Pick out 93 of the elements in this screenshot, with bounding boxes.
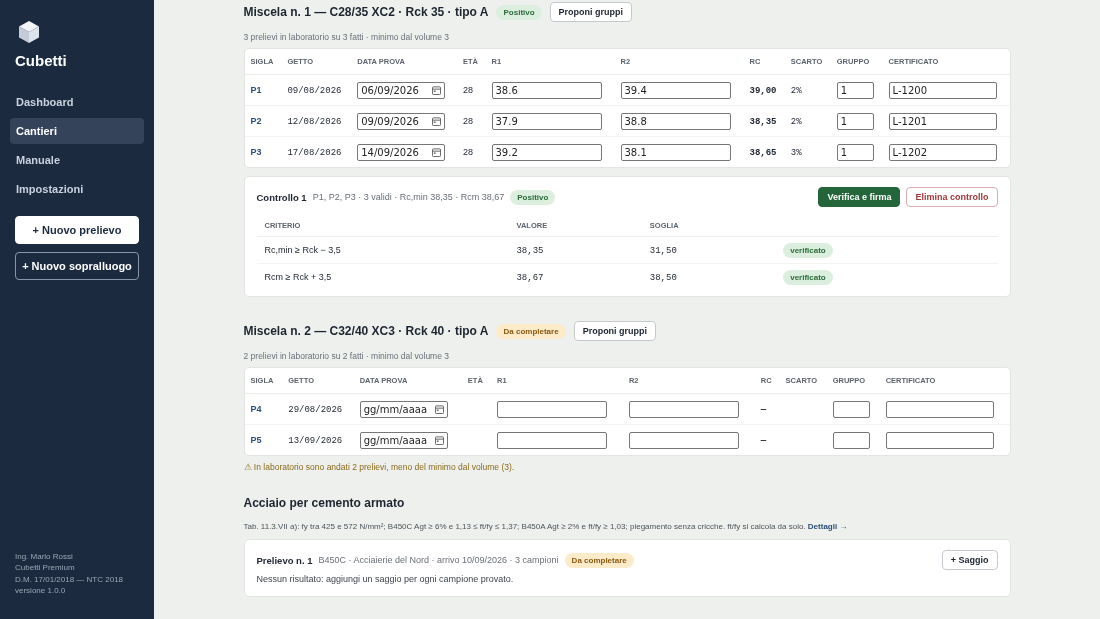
sidebar-item[interactable]: Cantieri	[10, 118, 144, 144]
status-badge: Da completare	[564, 552, 634, 568]
certificate-field[interactable]: L-1200	[888, 81, 997, 99]
calendar-icon	[432, 85, 442, 95]
r2-field[interactable]	[628, 400, 739, 418]
steel-note: Tab. 11.3.VII a): fy tra 425 e 572 N/mm²; B450C Agt ≥ 6% e 1,13 ≤ ft/fy ≤ 1,37; B450A Agt ≥ 2% e ft/fy ≥ 1,03; piegamento senza cricche. ft/fy si calcola da solo. Dettagli →	[243, 522, 849, 531]
date-field[interactable]: 09/09/2026	[357, 112, 446, 130]
control-summary: P1, P2, P3 · 3 validi · Rc,min 38,35 · Rcm 38,67	[312, 192, 505, 202]
certificate-field[interactable]	[885, 431, 994, 449]
cast-date: 12/08/2026	[287, 116, 342, 127]
r2-field[interactable]	[628, 431, 739, 449]
group-field[interactable]	[832, 431, 870, 449]
cast-date: 13/09/2026	[288, 435, 343, 446]
footer-text: Ing. Mario Rossi	[15, 550, 74, 563]
age-value: 28	[462, 147, 473, 157]
cube-logo-icon	[18, 20, 40, 44]
cast-date: 29/08/2026	[288, 404, 343, 415]
r1-field[interactable]	[497, 431, 607, 449]
age-value: 28	[462, 116, 473, 126]
sample-code: P2	[250, 116, 262, 126]
rc-value: —	[760, 404, 767, 415]
section-title: Miscela n. 2 — C32/40 XC3 · Rck 40 · tipo A	[243, 324, 489, 338]
cast-date: 09/08/2026	[287, 85, 342, 96]
add-test-button[interactable]: + Saggio	[941, 550, 998, 570]
footer-text: D.M. 17/01/2018 — NTC 2018	[15, 573, 125, 586]
sidebar-item[interactable]: Dashboard	[10, 89, 144, 115]
app-title: Cubetti	[15, 52, 68, 69]
rc-value: 38,65	[749, 147, 777, 158]
deviation-value: 3%	[790, 147, 802, 158]
new-inspection-button[interactable]: + Nuovo sopralluogo	[15, 252, 139, 280]
verified-badge: verificato	[783, 270, 833, 285]
date-field[interactable]: gg/mm/aaaa	[359, 431, 448, 449]
rc-value: 39,00	[749, 85, 777, 96]
criterion-text: Rc,min ≥ Rck − 3,5	[264, 245, 341, 255]
certificate-field[interactable]	[885, 400, 994, 418]
value-text: 38,67	[516, 272, 544, 283]
sample-code: P3	[250, 147, 262, 157]
section-subtitle: 2 prelievi in laboratorio su 2 fatti · minimo dal volume 3	[243, 351, 450, 361]
cast-date: 17/08/2026	[287, 147, 342, 158]
empty-message: Nessun risultato: aggiungi un saggio per ogni campione provato.	[256, 574, 515, 584]
new-sample-button[interactable]: + Nuovo prelievo	[15, 216, 139, 244]
sample-code: P1	[250, 85, 262, 95]
group-field[interactable]: 1	[836, 143, 874, 161]
calendar-icon	[434, 435, 444, 445]
deviation-value: 2%	[790, 116, 802, 127]
group-field[interactable]: 1	[836, 112, 874, 130]
verify-button[interactable]: Verifica e firma	[818, 187, 901, 207]
sample-info: B450C · Acciaierie del Nord · arrivo 10/09/2026 · 3 campioni	[318, 555, 559, 565]
sidebar-item[interactable]: Manuale	[10, 147, 144, 173]
group-field[interactable]	[832, 400, 870, 418]
deviation-value: 2%	[790, 85, 802, 96]
status-badge: Positivo	[510, 189, 556, 205]
certificate-field[interactable]: L-1202	[888, 143, 997, 161]
footer-text: Cubetti Premium	[15, 562, 76, 574]
details-link[interactable]: Dettagli →	[807, 522, 848, 531]
date-field[interactable]: 06/09/2026	[357, 81, 446, 99]
status-badge: Positivo	[496, 4, 542, 20]
section-subtitle: 3 prelievi in laboratorio su 3 fatti · minimo dal volume 3	[243, 32, 450, 42]
group-field[interactable]: 1	[836, 81, 874, 99]
r1-field[interactable]: 39.2	[491, 143, 602, 161]
r2-field[interactable]: 38.1	[620, 143, 731, 161]
sample-title: Prelievo n. 1	[256, 554, 313, 566]
calendar-icon	[432, 116, 442, 126]
date-field[interactable]: gg/mm/aaaa	[359, 400, 448, 418]
value-text: 38,35	[516, 245, 544, 256]
sidebar-item[interactable]: Impostazioni	[10, 176, 144, 202]
section-title: Acciaio per cemento armato	[243, 496, 406, 510]
r1-field[interactable]: 38.6	[491, 81, 602, 99]
rc-value: —	[760, 435, 767, 446]
section-title: Miscela n. 1 — C28/35 XC2 · Rck 35 · tipo A	[243, 5, 489, 19]
age-value: 28	[462, 85, 473, 95]
delete-button[interactable]: Elimina controllo	[906, 187, 998, 207]
propose-groups-button[interactable]: Proponi gruppi	[573, 321, 657, 341]
r2-field[interactable]: 39.4	[620, 81, 731, 99]
certificate-field[interactable]: L-1201	[888, 112, 997, 130]
warning-message: ⚠ In laboratorio sono andati 2 prelievi, meno del minimo dal volume (3).	[243, 462, 516, 472]
sample-code: P4	[250, 404, 262, 414]
date-field[interactable]: 14/09/2026	[357, 143, 446, 161]
rc-value: 38,35	[749, 116, 777, 127]
footer-text: versione 1.0.0	[15, 585, 67, 597]
threshold-text: 38,50	[649, 272, 677, 283]
threshold-text: 31,50	[649, 245, 677, 256]
sample-code: P5	[250, 435, 262, 445]
criterion-text: Rcm ≥ Rck + 3,5	[264, 272, 332, 282]
r1-field[interactable]: 37.9	[491, 112, 602, 130]
calendar-icon	[434, 404, 444, 414]
verified-badge: verificato	[783, 243, 833, 258]
r2-field[interactable]: 38.8	[620, 112, 731, 130]
r1-field[interactable]	[497, 400, 607, 418]
status-badge: Da completare	[496, 323, 566, 339]
propose-groups-button[interactable]: Proponi gruppi	[549, 2, 633, 22]
calendar-icon	[432, 147, 442, 157]
control-title: Controllo 1	[256, 191, 307, 203]
